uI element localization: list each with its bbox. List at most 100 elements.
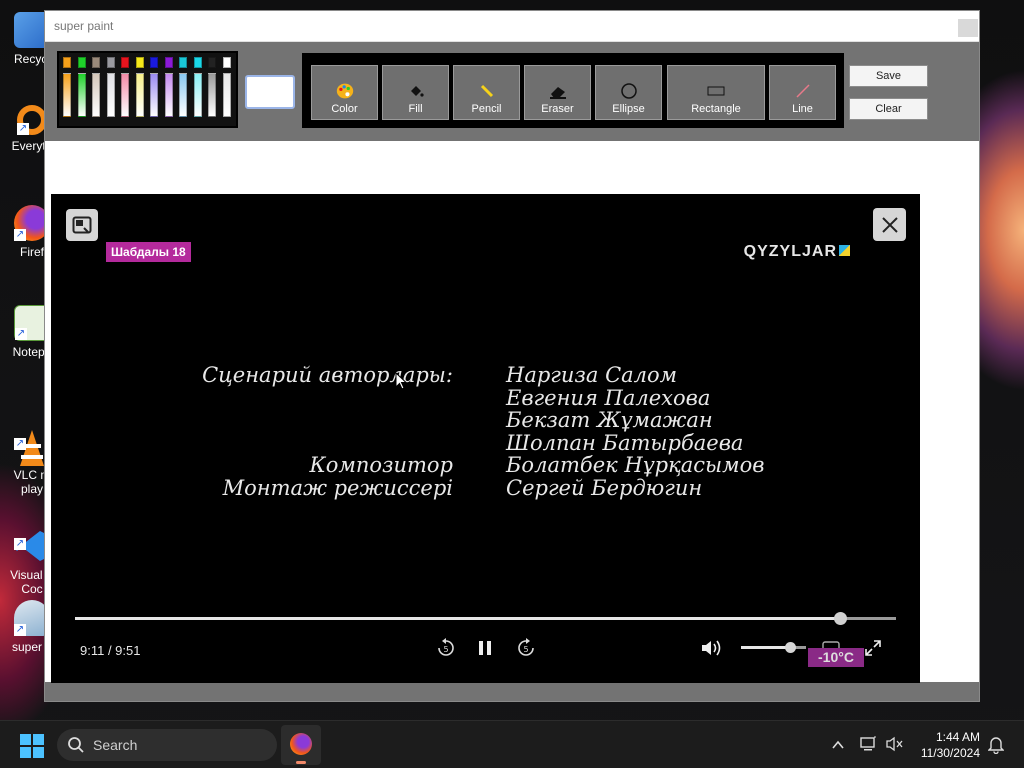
toolbar: Color Fill Pencil Eraser Ellipse Rectang… — [45, 42, 979, 141]
palette-swatch[interactable] — [222, 73, 231, 117]
current-color-swatch[interactable] — [245, 75, 295, 109]
clear-button[interactable]: Clear — [849, 98, 928, 120]
credit-name: Наргиза Салом — [506, 363, 678, 387]
ellipse-tool-button[interactable]: Ellipse — [595, 65, 662, 120]
palette-swatch[interactable] — [106, 57, 115, 68]
color-tool-button[interactable]: Color — [311, 65, 378, 120]
volume-button[interactable] — [701, 637, 723, 659]
credit-name: Болатбек Нұрқасымов — [506, 453, 765, 478]
palette-swatch[interactable] — [92, 73, 100, 117]
palette-swatch[interactable] — [77, 57, 86, 68]
volume-slider[interactable] — [741, 642, 806, 653]
credit-role: Монтаж режиссері — [222, 476, 453, 500]
palette-swatch[interactable] — [92, 57, 100, 68]
save-button[interactable]: Save — [849, 65, 928, 87]
palette-swatch[interactable] — [193, 73, 202, 117]
credit-name: Сергей Бердюгин — [506, 476, 703, 500]
shortcut-arrow-icon: ↗ — [14, 624, 26, 636]
palette-swatch[interactable] — [63, 73, 71, 117]
firefox-icon — [290, 733, 312, 755]
shortcut-arrow-icon: ↗ — [15, 328, 27, 340]
palette-icon — [336, 82, 354, 100]
age-rating-badge: Шабдалы 18 — [106, 242, 191, 262]
pencil-icon — [478, 82, 496, 100]
line-icon — [794, 82, 812, 100]
palette-swatch[interactable] — [222, 57, 231, 68]
palette-swatch[interactable] — [135, 73, 144, 117]
palette-swatch[interactable] — [77, 73, 86, 117]
svg-text:5: 5 — [523, 645, 528, 654]
time-display: 9:11 / 9:51 — [80, 643, 141, 658]
pencil-tool-button[interactable]: Pencil — [453, 65, 520, 120]
fullscreen-button[interactable] — [862, 637, 884, 659]
palette-swatch[interactable] — [164, 57, 173, 68]
start-button[interactable] — [19, 733, 45, 759]
credit-role: Композитор — [309, 453, 453, 478]
palette-swatch[interactable] — [208, 57, 216, 68]
mouse-cursor-icon — [395, 372, 407, 390]
window-close-button[interactable] — [958, 19, 978, 37]
palette-swatch[interactable] — [179, 73, 187, 117]
window-title: super paint — [54, 19, 114, 33]
eraser-tool-button[interactable]: Eraser — [524, 65, 591, 120]
volume-handle[interactable] — [784, 642, 796, 653]
temperature-badge: -10°C — [808, 648, 864, 667]
notification-bell-icon[interactable] — [988, 736, 1004, 754]
shortcut-arrow-icon: ↗ — [17, 123, 29, 135]
palette-swatch[interactable] — [121, 57, 129, 68]
ellipse-tool-label: Ellipse — [612, 103, 645, 115]
palette-swatch[interactable] — [179, 57, 187, 68]
rectangle-tool-button[interactable]: Rectangle — [667, 65, 765, 120]
palette-swatch[interactable] — [106, 73, 115, 117]
forward-5-icon: 5 — [518, 638, 534, 656]
picture-in-picture-icon — [72, 216, 92, 234]
clock-time: 1:44 AM — [935, 730, 980, 744]
credit-name: Евгения Палехова — [506, 385, 711, 410]
rectangle-icon — [707, 82, 725, 100]
taskbar-firefox[interactable] — [281, 725, 321, 765]
video-player[interactable]: Шабдалы 18 QYZYLJAR Сценарий авторлары: К… — [51, 194, 920, 683]
chevron-up-icon[interactable] — [831, 738, 845, 752]
window-titlebar[interactable]: super paint — [45, 11, 979, 42]
palette-swatch[interactable] — [135, 57, 144, 68]
progress-handle[interactable] — [834, 612, 848, 625]
palette-swatch[interactable] — [150, 73, 158, 117]
palette-swatch[interactable] — [208, 73, 216, 117]
fill-tool-button[interactable]: Fill — [382, 65, 449, 120]
credit-name: Бекзат Жұмажан — [506, 408, 713, 433]
clock-date: 11/30/2024 — [920, 746, 980, 760]
taskbar-search[interactable]: Search — [57, 729, 277, 761]
palette-swatch[interactable] — [121, 73, 129, 117]
pip-toggle-button[interactable] — [66, 209, 98, 241]
tool-group: Color Fill Pencil Eraser Ellipse Rectang… — [302, 53, 844, 128]
channel-logo: QYZYLJAR — [744, 243, 850, 261]
pause-button[interactable] — [474, 637, 496, 659]
paint-bucket-icon — [407, 82, 425, 100]
taskbar: Search 1:44 AM 11/30/2024 — [0, 720, 1024, 768]
palette-swatch[interactable] — [150, 57, 158, 68]
forward-button[interactable]: 5 — [515, 637, 537, 659]
channel-logo-mark — [839, 245, 850, 256]
active-app-indicator — [296, 761, 306, 764]
credit-name: Шолпан Батырбаева — [506, 430, 744, 455]
pencil-tool-label: Pencil — [471, 103, 502, 115]
rewind-button[interactable]: 5 — [435, 637, 457, 659]
volume-muted-icon[interactable] — [886, 736, 904, 752]
pause-icon — [479, 641, 491, 655]
network-icon[interactable] — [860, 736, 878, 752]
channel-name: QYZYLJAR — [743, 243, 837, 260]
palette-swatch[interactable] — [193, 57, 202, 68]
system-clock[interactable]: 1:44 AM 11/30/2024 — [921, 729, 980, 761]
everything-search-icon: ↗ — [17, 105, 47, 135]
line-tool-button[interactable]: Line — [769, 65, 836, 120]
palette-swatch[interactable] — [63, 57, 71, 68]
palette-swatch[interactable] — [164, 73, 173, 117]
window-bottom-bar — [45, 682, 979, 701]
line-tool-label: Line — [792, 103, 813, 115]
player-close-button[interactable] — [873, 208, 906, 241]
shortcut-arrow-icon: ↗ — [14, 229, 26, 241]
volume-icon — [702, 640, 721, 656]
color-tool-label: Color — [331, 103, 358, 115]
rewind-5-icon: 5 — [438, 638, 454, 656]
progress-bar[interactable] — [75, 612, 896, 625]
